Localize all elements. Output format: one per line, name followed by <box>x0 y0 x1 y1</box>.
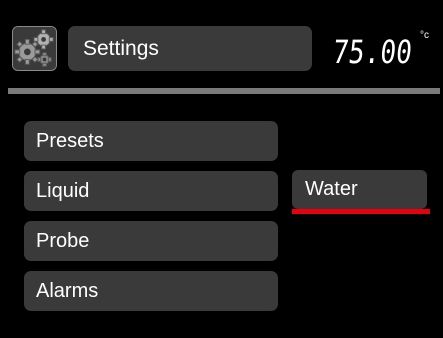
temperature-unit: °c <box>420 30 429 41</box>
menu-item-probe[interactable]: Probe <box>24 221 278 261</box>
menu-item-presets[interactable]: Presets <box>24 121 278 161</box>
page-title: Settings <box>68 26 312 71</box>
gears-icon <box>13 27 56 70</box>
temperature-readout: 75.00 <box>331 33 414 71</box>
liquid-value-button[interactable]: Water <box>292 170 427 209</box>
controller-screen: Settings 75.00 °c Presets Liquid Probe A… <box>0 0 443 338</box>
settings-gears-button[interactable] <box>12 26 57 71</box>
menu-item-alarms[interactable]: Alarms <box>24 271 278 311</box>
menu-item-liquid[interactable]: Liquid <box>24 171 278 211</box>
selected-underline <box>292 209 430 214</box>
header-divider <box>8 88 440 94</box>
